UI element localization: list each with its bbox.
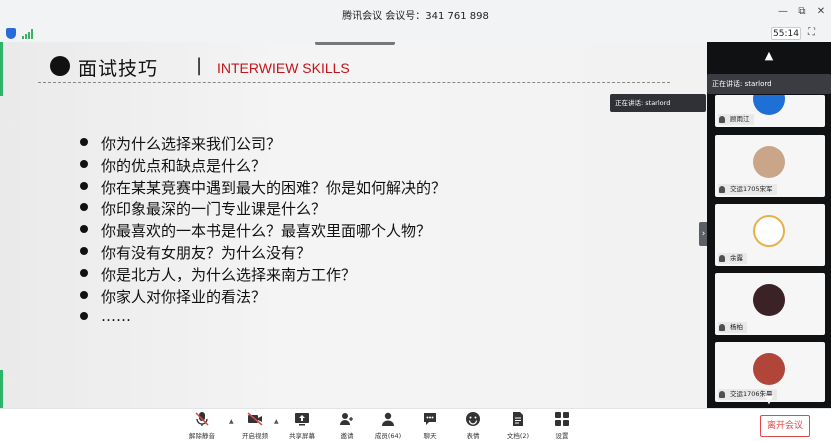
scroll-down-button[interactable]: ▼ — [707, 393, 831, 406]
participant-name: 余露 — [718, 253, 747, 264]
video-options-caret[interactable]: ▲ — [274, 418, 279, 425]
scroll-up-button[interactable]: ▲ — [707, 49, 831, 62]
settings-button[interactable]: 设置 — [550, 411, 574, 440]
members-icon — [380, 411, 396, 427]
audio-options-caret[interactable]: ▲ — [229, 418, 234, 425]
heading-separator: | — [196, 55, 203, 76]
meeting-timer: 55:14 — [771, 27, 801, 40]
participant-tile[interactable]: 顾雨江 — [715, 95, 825, 127]
close-button[interactable]: ✕ — [814, 5, 828, 19]
members-button[interactable]: 成员(64) — [372, 411, 404, 440]
participant-tile[interactable]: 交运1705宋军 — [715, 135, 825, 197]
meeting-toolbar: 解除静音 ▲ 开启视频 ▲ 共享屏幕 邀请 成员(64) 聊天 表情 文档(2)… — [0, 408, 831, 441]
participant-name: 杨柏 — [718, 322, 747, 333]
list-item: 你有没有女朋友？为什么没有？ — [80, 242, 446, 264]
heading-divider — [38, 82, 670, 83]
avatar — [753, 353, 785, 385]
muted-microphone-icon — [194, 411, 210, 427]
avatar — [753, 146, 785, 178]
shared-screen: 面试技巧 | INTERWIEW SKILLS 你为什么选择来我们公司？ 你的优… — [0, 42, 707, 408]
screen-share-icon — [294, 411, 310, 427]
reactions-button[interactable]: 表情 — [461, 411, 485, 440]
chat-button[interactable]: 聊天 — [418, 411, 442, 440]
list-item: …… — [80, 307, 446, 329]
list-item: 你为什么选择来我们公司？ — [80, 133, 446, 155]
signal-icon[interactable] — [22, 29, 34, 39]
chat-icon — [422, 411, 438, 427]
add-user-icon — [339, 411, 355, 427]
settings-grid-icon — [554, 411, 570, 427]
speaking-indicator-panel: 正在讲话: starlord — [707, 74, 831, 94]
fullscreen-icon[interactable]: ⛶ — [808, 27, 815, 38]
invite-button[interactable]: 邀请 — [334, 411, 360, 440]
question-list: 你为什么选择来我们公司？ 你的优点和缺点是什么？ 你在某某竞赛中遇到最大的困难？… — [80, 133, 446, 329]
heading-bullet — [50, 56, 70, 76]
title-bar: 腾讯会议 会议号：341 761 898 — ⧉ ✕ — [0, 0, 831, 26]
list-item: 你在某某竞赛中遇到最大的困难？你是如何解决的？ — [80, 177, 446, 199]
restore-button[interactable]: ⧉ — [795, 5, 809, 19]
slide-heading-english: INTERWIEW SKILLS — [217, 60, 350, 76]
share-screen-button[interactable]: 共享屏幕 — [286, 411, 318, 440]
window-title: 腾讯会议 会议号：341 761 898 — [342, 11, 489, 22]
video-off-icon — [247, 411, 263, 427]
avatar — [753, 284, 785, 316]
speaking-indicator: 正在讲话: starlord — [610, 94, 706, 112]
participant-name: 交运1705宋军 — [718, 184, 777, 195]
share-border-accent — [0, 42, 3, 96]
tencent-meeting-window: 腾讯会议 会议号：341 761 898 — ⧉ ✕ 55:14 ⛶ 面试技巧 … — [0, 0, 831, 441]
avatar — [753, 95, 785, 115]
emoji-icon — [465, 411, 481, 427]
participant-name: 顾雨江 — [718, 114, 754, 125]
leave-meeting-button[interactable]: 离开会议 — [760, 415, 810, 437]
start-video-button[interactable]: 开启视频 — [239, 411, 271, 440]
unmute-button[interactable]: 解除静音 — [186, 411, 218, 440]
share-border-accent — [0, 370, 3, 408]
list-item: 你家人对你择业的看法？ — [80, 286, 446, 308]
document-icon — [510, 411, 526, 427]
participant-panel: ▲ 正在讲话: starlord 顾雨江 交运1705宋军 余露 杨柏 交运17… — [707, 42, 831, 408]
share-tab-handle[interactable] — [315, 42, 395, 45]
avatar — [753, 215, 785, 247]
documents-button[interactable]: 文档(2) — [503, 411, 533, 440]
minimize-button[interactable]: — — [776, 5, 790, 19]
list-item: 你最喜欢的一本书是什么？最喜欢里面哪个人物？ — [80, 220, 446, 242]
participant-tile[interactable]: 杨柏 — [715, 273, 825, 335]
list-item: 你是北方人，为什么选择来南方工作？ — [80, 264, 446, 286]
list-item: 你的优点和缺点是什么？ — [80, 155, 446, 177]
list-item: 你印象最深的一门专业课是什么？ — [80, 198, 446, 220]
status-bar: 55:14 ⛶ — [0, 26, 831, 42]
shield-icon[interactable] — [6, 28, 16, 39]
participant-tile[interactable]: 余露 — [715, 204, 825, 266]
slide-heading: 面试技巧 — [78, 58, 159, 80]
